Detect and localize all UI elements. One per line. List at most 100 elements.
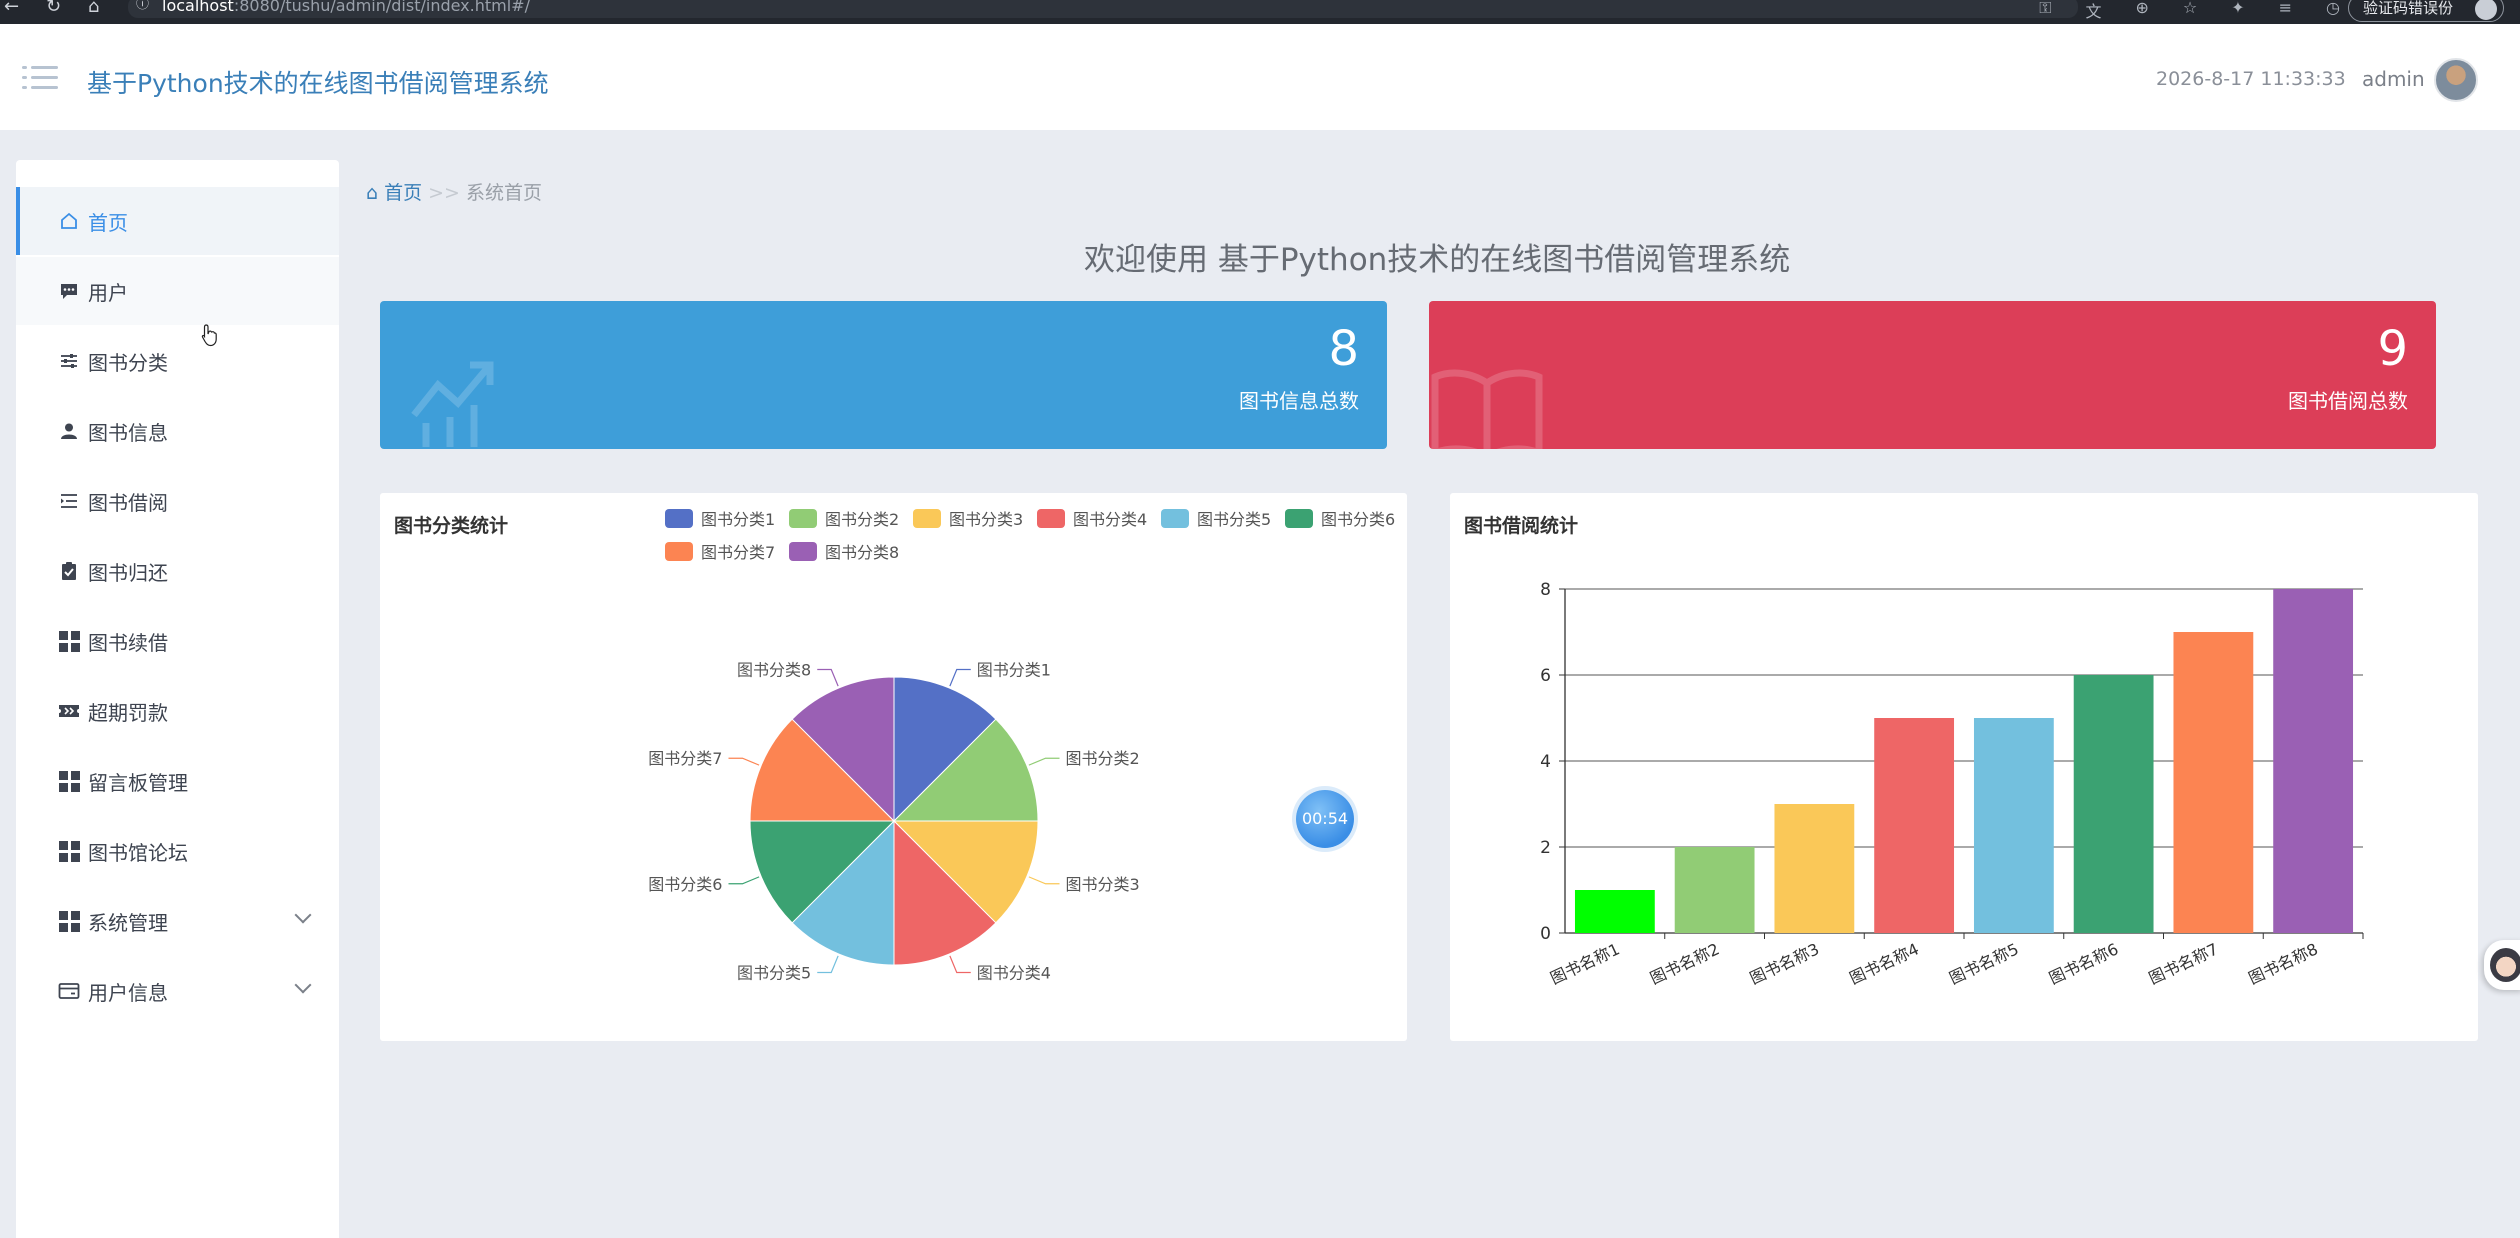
sidebar-item-system-management[interactable]: 系统管理	[16, 887, 339, 955]
bar[interactable]	[1674, 847, 1755, 933]
sidebar-item-book-borrow[interactable]: 图书借阅	[16, 467, 339, 535]
history-icon[interactable]: ◷	[2326, 0, 2340, 22]
sidebar-item-label: 留言板管理	[88, 770, 188, 795]
sidebar: 首页 用户 图书分类 图书信息 图书借阅 图书归还 图书续借 超期罚款 留言板管…	[16, 160, 339, 1238]
sidebar-item-label: 用户	[88, 280, 128, 305]
key-icon[interactable]: ⚿	[2039, 0, 2051, 22]
sidebar-item-book-return[interactable]: 图书归还	[16, 537, 339, 605]
reload-icon[interactable]: ↻	[46, 0, 61, 16]
translate-icon[interactable]: 文	[2085, 0, 2101, 22]
x-tick-label: 图书名称5	[1946, 939, 2021, 988]
url-host: localhost	[162, 0, 234, 15]
x-tick-label: 图书名称2	[1647, 939, 1722, 988]
pie-label-line	[817, 668, 839, 687]
pie-label: 图书分类4	[977, 964, 1051, 983]
bar[interactable]	[1574, 890, 1655, 933]
breadcrumb-separator: >>	[428, 182, 460, 204]
address-text[interactable]: localhost:8080/tushu/admin/dist/index.ht…	[162, 0, 530, 15]
sidebar-item-book-category[interactable]: 图书分类	[16, 327, 339, 395]
profile-avatar	[2475, 0, 2497, 20]
sidebar-item-label: 系统管理	[88, 910, 168, 935]
x-tick-label: 图书名称3	[1747, 939, 1822, 988]
menu-toggle-icon[interactable]	[22, 64, 58, 92]
assistant-avatar	[2490, 948, 2520, 982]
pie-label-line	[949, 955, 971, 974]
list-icon	[58, 490, 80, 512]
sidebar-item-label: 图书信息	[88, 420, 168, 445]
sidebar-item-user-info[interactable]: 用户信息	[16, 957, 339, 1025]
header-username[interactable]: admin	[2362, 67, 2425, 91]
welcome-heading: 欢迎使用 基于Python技术的在线图书借阅管理系统	[1084, 242, 1791, 278]
pie-label: 图书分类6	[648, 875, 722, 894]
sidebar-item-message-board[interactable]: 留言板管理	[16, 747, 339, 815]
y-tick-label: 2	[1540, 838, 1551, 858]
sidebar-item-label: 图书归还	[88, 560, 168, 585]
profile-sync-label: 验证码错误份	[2363, 0, 2454, 17]
stat-card-book-info: 8 图书信息总数	[380, 301, 1387, 449]
bar[interactable]	[1973, 718, 2054, 933]
chevron-down-icon	[294, 906, 312, 924]
y-tick-label: 6	[1540, 666, 1551, 686]
assistant-avatar-button[interactable]	[2484, 940, 2520, 990]
chat-icon	[58, 280, 80, 302]
sidebar-item-library-forum[interactable]: 图书馆论坛	[16, 817, 339, 885]
url-path: :8080/tushu/admin/dist/index.html#/	[233, 0, 530, 15]
browser-home-icon[interactable]: ⌂	[88, 0, 99, 16]
pie-label: 图书分类3	[1066, 875, 1140, 894]
grid-icon	[58, 770, 80, 792]
breadcrumb-current: 系统首页	[465, 182, 542, 204]
pie-label: 图书分类2	[1066, 749, 1140, 768]
sidebar-item-home[interactable]: 首页	[16, 187, 339, 255]
x-tick-label: 图书名称6	[2046, 939, 2121, 988]
sidebar-item-label: 首页	[88, 210, 128, 235]
pie-label: 图书分类5	[737, 964, 811, 983]
back-icon[interactable]: ←	[4, 0, 19, 16]
zoom-icon[interactable]: ⊕	[2135, 0, 2148, 22]
bar[interactable]	[2073, 675, 2154, 933]
x-tick-label: 图书名称4	[1847, 939, 1922, 988]
sidebar-item-book-renew[interactable]: 图书续借	[16, 607, 339, 675]
pie-label-line	[1028, 876, 1060, 885]
grid-icon	[58, 840, 80, 862]
sidebar-item-label: 图书馆论坛	[88, 840, 188, 865]
pie-label-line	[817, 955, 839, 974]
sidebar-item-overdue-fine[interactable]: 超期罚款	[16, 677, 339, 745]
stat-value: 8	[1328, 321, 1359, 377]
pie-label-line	[949, 668, 971, 687]
chart-trend-icon	[411, 361, 494, 447]
x-tick-label: 图书名称1	[1547, 939, 1622, 988]
user-avatar[interactable]	[2434, 58, 2478, 102]
bar-chart: 0 2 4 6 8 图书名称1 图书名称2 图书名称3 图书名称4 图书名称5 图书名称6 图书名称7…	[1540, 580, 2364, 988]
site-info-icon[interactable]: ⓘ	[136, 0, 149, 14]
sidebar-item-user[interactable]: 用户	[16, 257, 339, 325]
star-icon[interactable]: ☆	[2183, 0, 2197, 22]
sidebar-item-label: 超期罚款	[88, 700, 168, 725]
x-tick-label: 图书名称7	[2146, 939, 2221, 988]
bar[interactable]	[2173, 632, 2254, 933]
floating-timer-button[interactable]: 00:54	[1296, 790, 1354, 848]
bar[interactable]	[1774, 804, 1855, 933]
sidebar-item-label: 图书续借	[88, 630, 168, 655]
breadcrumb: ⌂ 首页 >> 系统首页	[366, 178, 542, 205]
pie-chart: 图书分类1 图书分类2 图书分类3 图书分类4 图书分类5 图书分类6 图书分类7 图书分类8	[648, 660, 1140, 983]
breadcrumb-home-icon[interactable]: ⌂	[366, 182, 378, 204]
stat-card-borrow: 9 图书借阅总数	[1429, 301, 2436, 449]
clipboard-check-icon	[58, 560, 80, 582]
header-datetime: 2026-8-17 11:33:33	[2156, 68, 2346, 90]
user-icon	[58, 420, 80, 442]
app-header: 基于Python技术的在线图书借阅管理系统 2026-8-17 11:33:33…	[0, 24, 2520, 130]
sidebar-item-book-info[interactable]: 图书信息	[16, 397, 339, 465]
chevron-down-icon	[294, 976, 312, 994]
bar[interactable]	[1874, 718, 1955, 933]
profile-sync-button[interactable]: 验证码错误份	[2348, 0, 2504, 22]
browser-toolbar: ← ↻ ⌂ ⓘ localhost:8080/tushu/admin/dist/…	[0, 0, 2520, 24]
collections-icon[interactable]: ≡	[2279, 0, 2292, 22]
bar-chart-panel: 图书借阅统计 0 2 4 6 8 图书名称1 图书名称2 图书名称3 图书名称4 图书名称5 图书名…	[1450, 493, 2478, 1041]
sliders-icon	[58, 350, 80, 372]
sidebar-item-label: 图书借阅	[88, 490, 168, 515]
bar[interactable]	[2273, 589, 2354, 933]
home-icon	[58, 210, 80, 232]
extensions-icon[interactable]: ✦	[2231, 0, 2244, 22]
breadcrumb-home[interactable]: 首页	[384, 182, 422, 204]
pie-label-line	[728, 876, 760, 885]
